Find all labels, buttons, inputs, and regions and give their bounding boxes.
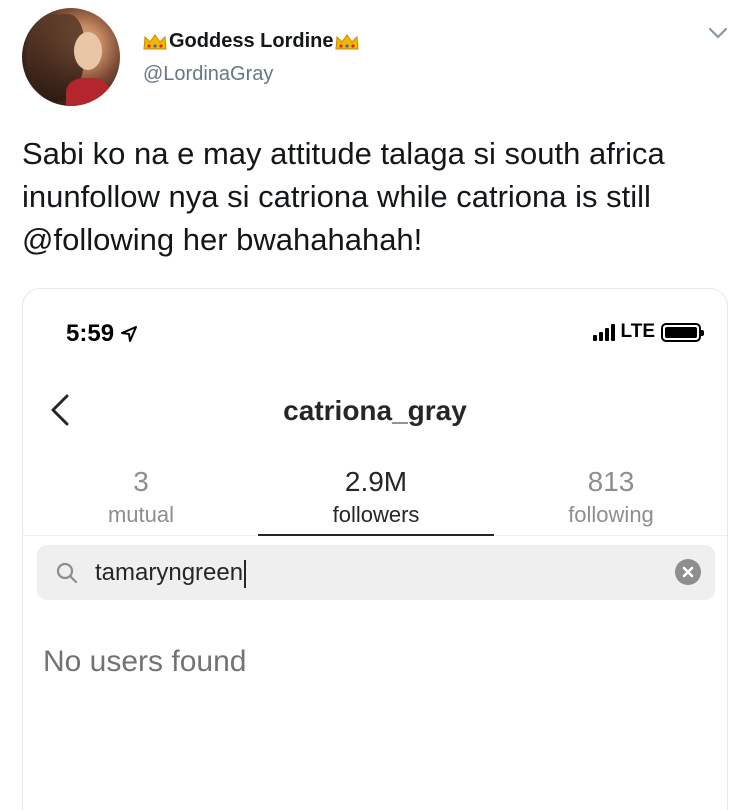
- tab-mutual-count: 3: [133, 466, 149, 497]
- tab-followers-count: 2.9M: [344, 466, 408, 497]
- active-tab-indicator: [258, 534, 494, 536]
- tab-followers[interactable]: 2.9M followers: [276, 465, 476, 529]
- avatar-face: [74, 32, 102, 70]
- battery-icon: [661, 322, 704, 342]
- display-name-row[interactable]: Goddess Lordine: [143, 30, 360, 53]
- tab-followers-label: followers: [332, 502, 420, 527]
- clear-search-icon[interactable]: [675, 559, 701, 585]
- display-name: Goddess Lordine: [169, 30, 334, 52]
- crown-icon: [335, 33, 360, 51]
- search-input[interactable]: tamaryngreen: [37, 545, 715, 600]
- tab-following-count: 813: [587, 466, 635, 497]
- status-bar-right: LTE: [592, 321, 704, 343]
- signal-icon: [592, 323, 615, 341]
- search-text: tamaryngreen: [95, 559, 244, 586]
- location-arrow-icon: [121, 326, 138, 342]
- profile-title: catriona_gray: [283, 395, 467, 426]
- chevron-down-icon[interactable]: [708, 26, 728, 40]
- search-value[interactable]: tamaryngreen: [95, 558, 247, 588]
- network-label: LTE: [620, 321, 655, 342]
- avatar[interactable]: [22, 8, 120, 106]
- crown-icon: [143, 33, 167, 51]
- tab-following[interactable]: 813 following: [511, 465, 711, 529]
- attached-image[interactable]: 5:59 LTE catriona_gray 3 mutual 2.9M fol…: [22, 288, 728, 810]
- tweet-text: Sabi ko na e may attitude talaga si sout…: [22, 136, 665, 257]
- status-bar-time: 5:59: [66, 320, 138, 348]
- search-icon: [56, 562, 78, 584]
- status-time-text: 5:59: [66, 320, 115, 347]
- avatar-dress: [66, 78, 110, 106]
- user-handle[interactable]: @LordinaGray: [143, 63, 273, 86]
- tab-mutual-label: mutual: [107, 502, 175, 527]
- empty-state-message: No users found: [43, 645, 247, 678]
- tab-mutual[interactable]: 3 mutual: [41, 465, 241, 529]
- text-caret: [244, 559, 247, 588]
- tab-following-label: following: [568, 502, 654, 527]
